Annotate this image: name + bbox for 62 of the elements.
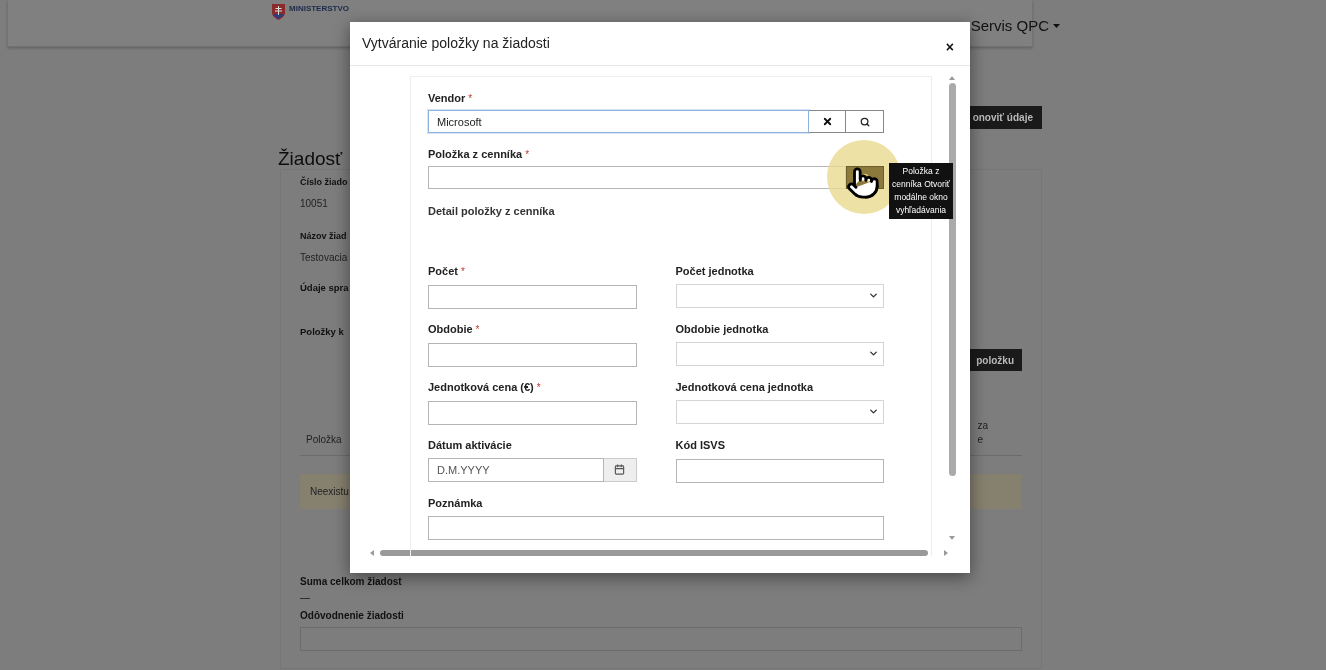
text-field[interactable]: [428, 342, 637, 367]
detail-value: Testovacia: [300, 251, 348, 265]
text-field[interactable]: [428, 400, 637, 425]
select-field[interactable]: [675, 399, 884, 424]
field-label: Počet jednotka: [675, 264, 754, 280]
required-mark: *: [536, 381, 541, 395]
column-header: Položka: [306, 433, 342, 447]
required-mark: *: [468, 91, 473, 106]
scrollbar-thumb[interactable]: [380, 550, 928, 556]
date-field[interactable]: D.M.YYYY: [428, 457, 604, 482]
search-icon: [859, 116, 870, 127]
detail-value: 10051: [300, 197, 328, 211]
scrollbar-thumb[interactable]: [948, 83, 956, 476]
text-field[interactable]: [675, 458, 884, 483]
detail-label: Číslo žiado: [300, 175, 348, 189]
lookup-field[interactable]: Microsoft: [428, 110, 809, 133]
field-label: Obdobie jednotka: [675, 322, 769, 338]
total-label: Suma celkom žiadost: [300, 575, 402, 589]
section-label: Položky k: [300, 325, 344, 339]
required-mark: *: [460, 265, 465, 279]
field-label: Položka z cenníka: [428, 146, 523, 162]
chevron-down-icon: [868, 348, 879, 359]
field-label: Kód ISVS: [675, 438, 725, 454]
text-field[interactable]: [428, 284, 637, 309]
total-value: —: [300, 591, 310, 605]
calendar-button[interactable]: [603, 457, 637, 482]
section-heading: Detail položky z cenníka: [428, 204, 555, 219]
close-icon: [821, 116, 833, 127]
column-header: za: [977, 419, 988, 433]
required-mark: *: [525, 147, 530, 162]
reason-label: Odôvodnenie žiadosti: [300, 609, 404, 623]
field-label: Jednotková cena jednotka: [675, 380, 814, 396]
modal-title: Vytváranie položky na žiadosti: [362, 34, 550, 53]
detail-label: Názov žiad: [300, 230, 347, 243]
tooltip: Položka z cenníka Otvoriť modálne okno vyhľadávania: [889, 163, 953, 219]
chevron-down-icon: [868, 290, 879, 301]
section-label: Údaje spra: [300, 281, 349, 295]
select-field[interactable]: [675, 341, 884, 366]
field-label: Počet: [428, 264, 458, 280]
page-title: Žiadosť: [278, 147, 343, 171]
nav-link[interactable]: Servis QPC: [970, 15, 1060, 38]
column-header: e: [977, 433, 984, 447]
chevron-down-icon: [868, 406, 879, 417]
field-label: Jednotková cena (€): [428, 380, 534, 396]
field-label: Dátum aktivácie: [428, 438, 512, 454]
clear-button[interactable]: [809, 110, 846, 133]
required-mark: *: [475, 323, 480, 337]
field-label: Poznámka: [428, 496, 483, 512]
note-field[interactable]: [428, 515, 884, 540]
scroll-down-icon: [949, 536, 955, 540]
hand-cursor-icon: [846, 166, 880, 200]
scroll-right-icon: [944, 550, 948, 556]
select-field[interactable]: [675, 283, 884, 308]
close-button[interactable]: ×: [945, 37, 954, 58]
scroll-up-icon: [949, 76, 955, 80]
calendar-icon: [614, 464, 625, 475]
field-label: Obdobie: [428, 322, 473, 338]
scroll-left-icon: [370, 550, 374, 556]
field-label: Vendor: [428, 90, 466, 106]
search-button[interactable]: [846, 110, 884, 133]
coat-of-arms-icon: [272, 4, 285, 20]
logo-text: MINISTERSTVO: [289, 4, 349, 13]
